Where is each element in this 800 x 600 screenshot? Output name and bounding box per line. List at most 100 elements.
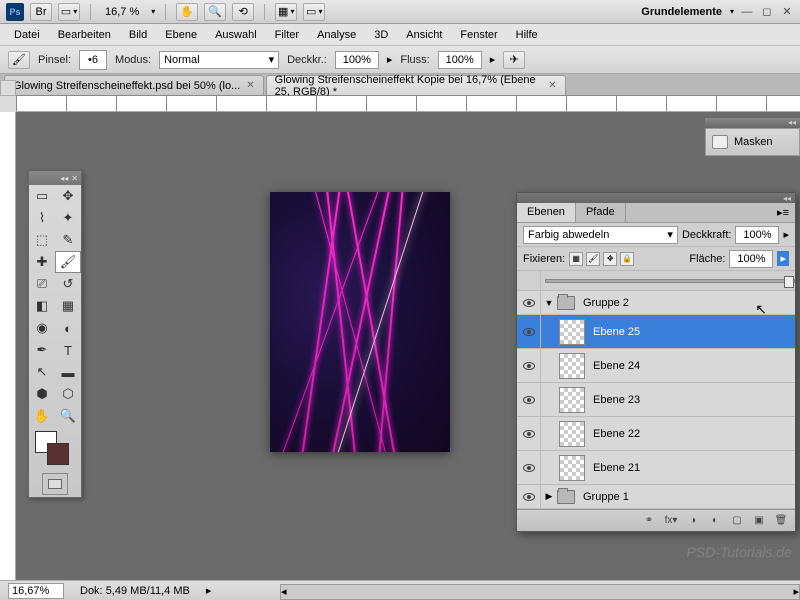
expand-icon[interactable]: ▼ (541, 298, 557, 308)
close-icon[interactable]: ✕ (246, 80, 254, 91)
close-icon[interactable]: ✕ (548, 80, 556, 91)
visibility-icon[interactable] (523, 430, 535, 438)
layer-effects-icon[interactable]: fx▾ (661, 513, 681, 529)
menu-ebene[interactable]: Ebene (157, 26, 205, 44)
new-layer-icon[interactable]: ▣ (749, 513, 769, 529)
visibility-icon[interactable] (523, 328, 535, 336)
lock-all-icon[interactable]: 🔒 (620, 252, 634, 266)
menu-analyse[interactable]: Analyse (309, 26, 364, 44)
workspace-selector[interactable]: Grundelemente (641, 6, 722, 18)
masken-panel-tab[interactable]: Masken (705, 128, 800, 156)
lasso-tool[interactable]: ⌇ (29, 207, 55, 229)
layer-row[interactable]: Ebene 22 (517, 417, 795, 451)
eyedropper-tool[interactable]: ✎ (55, 229, 81, 251)
maximize-button[interactable]: ◻ (760, 5, 774, 19)
heal-tool[interactable]: ✚ (29, 251, 55, 273)
bridge-button[interactable]: Br (30, 3, 52, 21)
layer-thumbnail[interactable] (559, 319, 585, 345)
flow-input[interactable]: 100% (438, 51, 482, 69)
3d-camera-tool[interactable]: ⬡ (55, 383, 81, 405)
ruler-origin[interactable] (0, 80, 16, 96)
crop-tool[interactable]: ⬚ (29, 229, 55, 251)
layer-thumbnail[interactable] (559, 353, 585, 379)
pen-tool[interactable]: ✒ (29, 339, 55, 361)
minimize-button[interactable]: — (740, 5, 754, 19)
document-tab[interactable]: Glowing Streifenscheineffekt Kopie bei 1… (266, 75, 566, 95)
brush-tool-icon[interactable]: 🖌 (8, 51, 30, 69)
ruler-vertical[interactable] (0, 112, 16, 582)
screenmode-button[interactable]: ▭▾ (303, 3, 325, 21)
scrollbar-horizontal[interactable]: ◂▸ (280, 584, 800, 600)
gradient-tool[interactable]: ▦ (55, 295, 81, 317)
zoom-tool-icon[interactable]: 🔍 (204, 3, 226, 21)
zoom-percentage[interactable]: 16,7 % (101, 6, 143, 18)
airbrush-icon[interactable]: ✈ (503, 51, 525, 69)
layer-thumbnail[interactable] (559, 421, 585, 447)
lock-position-icon[interactable]: ✥ (603, 252, 617, 266)
layer-fill-input[interactable]: 100% (729, 250, 773, 268)
document-tab[interactable]: Glowing Streifenscheineffekt.psd bei 50%… (4, 75, 264, 95)
panel-menu-icon[interactable]: ▸≡ (771, 203, 795, 222)
blend-mode-select[interactable]: Normal▾ (159, 51, 279, 69)
visibility-icon[interactable] (523, 299, 535, 307)
layer-row[interactable]: Ebene 21 (517, 451, 795, 485)
rotate-view-icon[interactable]: ⟲ (232, 3, 254, 21)
wand-tool[interactable]: ✦ (55, 207, 81, 229)
viewmode-button[interactable]: ▭▾ (58, 3, 80, 21)
delete-layer-icon[interactable]: 🗑 (771, 513, 791, 529)
color-swatches[interactable] (29, 427, 81, 471)
zoom-tool[interactable]: 🔍 (55, 405, 81, 427)
document-canvas[interactable] (270, 192, 450, 452)
layer-opacity-input[interactable]: 100% (735, 226, 779, 244)
ruler-horizontal[interactable] (16, 96, 800, 112)
visibility-icon[interactable] (523, 362, 535, 370)
panel-drag-handle[interactable]: ◂◂ (517, 193, 795, 203)
type-tool[interactable]: T (55, 339, 81, 361)
opacity-input[interactable]: 100% (335, 51, 379, 69)
layer-thumbnail[interactable] (559, 455, 585, 481)
arrange-docs-button[interactable]: ▦▾ (275, 3, 297, 21)
visibility-icon[interactable] (523, 396, 535, 404)
expand-icon[interactable]: ▶ (541, 491, 557, 502)
visibility-icon[interactable] (523, 493, 535, 501)
close-button[interactable]: ✕ (780, 5, 794, 19)
menu-filter[interactable]: Filter (267, 26, 307, 44)
eraser-tool[interactable]: ◧ (29, 295, 55, 317)
menu-auswahl[interactable]: Auswahl (207, 26, 265, 44)
layer-group-row[interactable]: ▶ Gruppe 1 (517, 485, 795, 509)
menu-3d[interactable]: 3D (366, 26, 396, 44)
menu-bearbeiten[interactable]: Bearbeiten (50, 26, 119, 44)
layer-row[interactable]: Ebene 23 (517, 383, 795, 417)
history-brush-tool[interactable]: ↺ (55, 273, 81, 295)
layer-row[interactable]: Ebene 25 (517, 315, 795, 349)
shape-tool[interactable]: ▬ (55, 361, 81, 383)
menu-bild[interactable]: Bild (121, 26, 155, 44)
hand-tool[interactable]: ✋ (29, 405, 55, 427)
menu-hilfe[interactable]: Hilfe (508, 26, 546, 44)
panel-drag-handle[interactable]: ◂◂✕ (29, 171, 81, 185)
dodge-tool[interactable]: ◐ (55, 317, 81, 339)
layer-blend-mode-select[interactable]: Farbig abwedeln▾ (523, 226, 678, 244)
blur-tool[interactable]: ◉ (29, 317, 55, 339)
stamp-tool[interactable]: ⎚ (29, 273, 55, 295)
panel-drag-handle[interactable]: ◂◂ (705, 118, 800, 128)
layer-row[interactable]: Ebene 24 (517, 349, 795, 383)
3d-tool[interactable]: ⬢ (29, 383, 55, 405)
menu-ansicht[interactable]: Ansicht (398, 26, 450, 44)
background-color[interactable] (47, 443, 69, 465)
fill-slider[interactable] (545, 279, 795, 283)
move-tool[interactable]: ✥ (55, 185, 81, 207)
hand-tool-icon[interactable]: ✋ (176, 3, 198, 21)
brush-preset-picker[interactable]: •6 (79, 50, 107, 70)
layer-thumbnail[interactable] (559, 387, 585, 413)
lock-transparency-icon[interactable]: ▦ (569, 252, 583, 266)
marquee-tool[interactable]: ▭ (29, 185, 55, 207)
path-tool[interactable]: ↖ (29, 361, 55, 383)
lock-pixels-icon[interactable]: 🖌 (586, 252, 600, 266)
visibility-icon[interactable] (523, 464, 535, 472)
tab-ebenen[interactable]: Ebenen (517, 203, 576, 222)
tab-pfade[interactable]: Pfade (576, 203, 626, 222)
menu-datei[interactable]: Datei (6, 26, 48, 44)
menu-fenster[interactable]: Fenster (452, 26, 505, 44)
layer-group-row[interactable]: ▼ Gruppe 2 (517, 291, 795, 315)
